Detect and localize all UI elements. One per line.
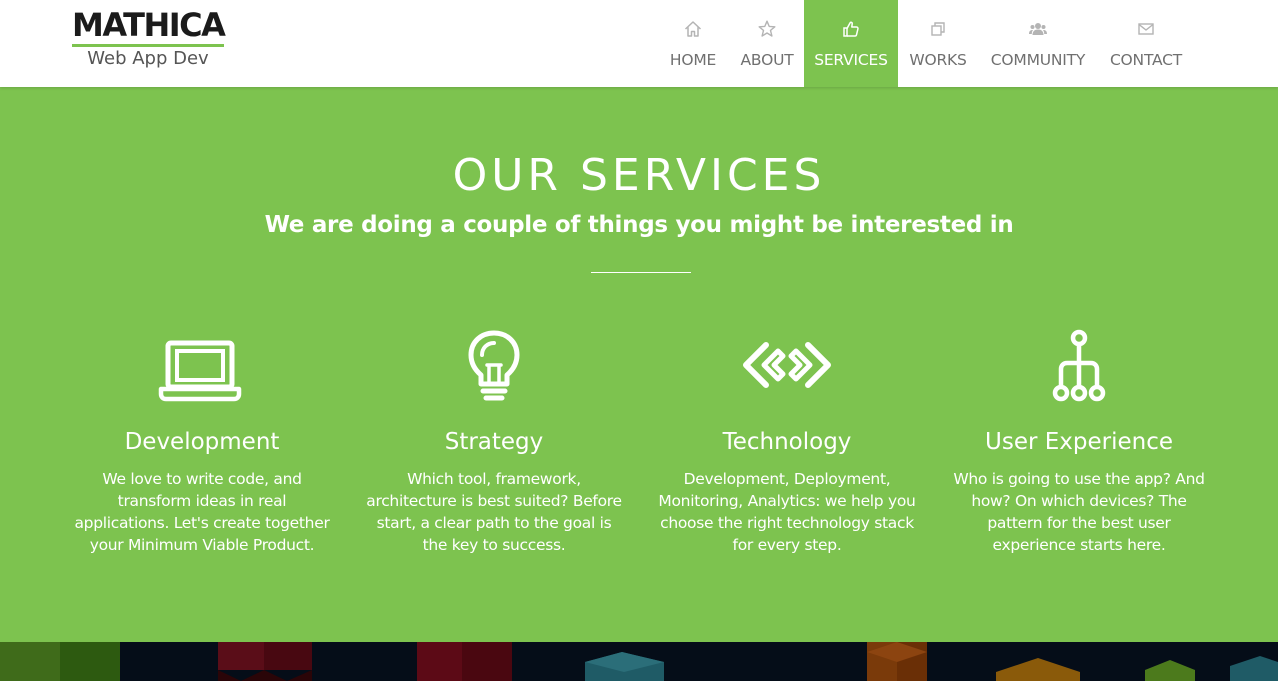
nav-item-home[interactable]: HOME bbox=[656, 0, 730, 87]
nav-label-services: SERVICES bbox=[814, 51, 888, 69]
nav-label-about: ABOUT bbox=[740, 51, 794, 69]
decorative-cubes-band bbox=[0, 642, 1278, 681]
service-text-strategy: Which tool, framework, architecture is b… bbox=[366, 470, 622, 554]
logo[interactable]: MATHICA Web App Dev bbox=[72, 6, 226, 70]
star-icon bbox=[758, 20, 776, 37]
services-subtitle: We are doing a couple of things you migh… bbox=[264, 212, 1014, 238]
main-nav: HOME ABOUT SERVICES WORKS COMMUNITY CONT… bbox=[656, 0, 1194, 87]
service-title-development: Development bbox=[124, 429, 280, 455]
nav-label-home: HOME bbox=[669, 51, 717, 69]
nav-item-community[interactable]: COMMUNITY bbox=[978, 0, 1098, 87]
nav-item-works[interactable]: WORKS bbox=[898, 0, 978, 87]
service-text-user-experience: Who is going to use the app? And how? On… bbox=[953, 470, 1205, 554]
service-title-strategy: Strategy bbox=[444, 429, 544, 455]
copy-icon bbox=[931, 22, 945, 36]
nav-label-community: COMMUNITY bbox=[990, 51, 1086, 69]
nav-item-contact[interactable]: CONTACT bbox=[1098, 0, 1194, 87]
logo-tagline: Web App Dev bbox=[87, 48, 209, 69]
envelope-icon bbox=[1138, 23, 1154, 35]
service-user-experience: User Experience Who is going to use the … bbox=[944, 327, 1214, 556]
nav-item-about[interactable]: ABOUT bbox=[730, 0, 804, 87]
site-header: MATHICA Web App Dev HOME ABOUT SERVICES bbox=[0, 0, 1278, 87]
home-icon bbox=[684, 21, 702, 37]
service-text-development: We love to write code, and transform ide… bbox=[74, 470, 330, 554]
services-section: OUR SERVICES We are doing a couple of th… bbox=[0, 87, 1278, 642]
service-title-user-experience: User Experience bbox=[985, 429, 1173, 455]
sitemap-icon bbox=[1052, 329, 1106, 402]
lightbulb-icon bbox=[468, 330, 520, 401]
cubes-pattern bbox=[0, 642, 1278, 681]
users-icon bbox=[1029, 23, 1047, 35]
code-arrows-icon bbox=[743, 342, 831, 388]
services-title: OUR SERVICES bbox=[452, 150, 826, 201]
nav-item-services[interactable]: SERVICES bbox=[804, 0, 898, 87]
logo-underline bbox=[72, 44, 224, 47]
service-technology: Technology Development, Deployment, Moni… bbox=[652, 327, 922, 556]
nav-label-contact: CONTACT bbox=[1109, 51, 1183, 69]
laptop-icon bbox=[158, 340, 242, 402]
service-text-technology: Development, Deployment, Monitoring, Ana… bbox=[658, 470, 916, 554]
title-divider bbox=[591, 272, 691, 273]
nav-label-works: WORKS bbox=[909, 51, 967, 69]
service-development: Development We love to write code, and t… bbox=[67, 327, 337, 556]
service-strategy: Strategy Which tool, framework, architec… bbox=[359, 327, 629, 556]
service-title-technology: Technology bbox=[722, 429, 852, 455]
thumbs-up-icon bbox=[843, 21, 859, 37]
logo-name: MATHICA bbox=[72, 6, 226, 44]
